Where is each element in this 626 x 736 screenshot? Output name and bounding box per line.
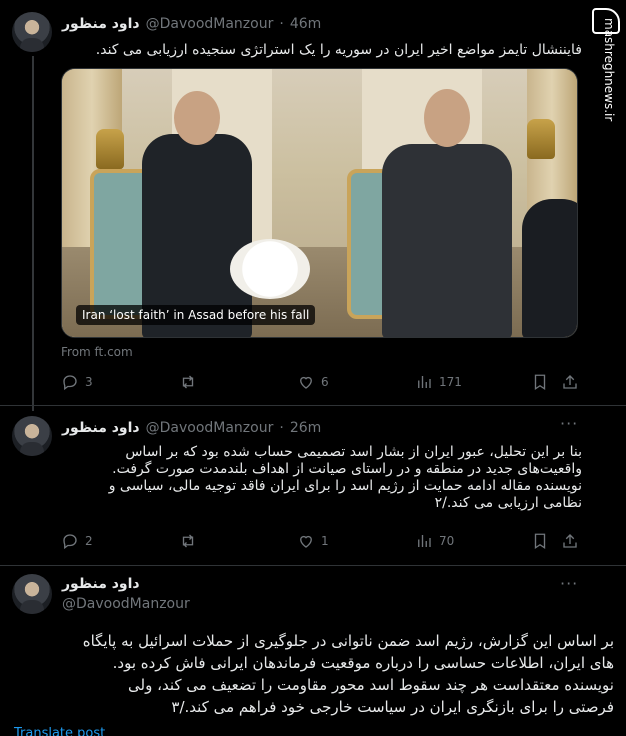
thread-line — [32, 56, 34, 411]
retweet-button[interactable] — [179, 532, 197, 550]
watermark-site: mashreghnews.ir — [602, 18, 616, 122]
reply-icon — [63, 375, 77, 391]
display-name-row: داود منظور — [62, 576, 140, 592]
person-left-head — [174, 91, 220, 145]
views-button[interactable]: 70 — [415, 532, 454, 550]
publisher-watermark: mashreghnews.ir — [586, 0, 626, 130]
tweet-header: داود منظور @DavoodManzour · 46m — [62, 16, 321, 32]
more-icon[interactable]: ··· — [560, 574, 578, 593]
retweet-icon — [182, 534, 194, 548]
display-name[interactable]: داود منظور — [62, 420, 140, 436]
reply-count: 2 — [85, 534, 93, 548]
share-button[interactable] — [561, 532, 579, 550]
like-button[interactable]: 6 — [297, 373, 329, 391]
text-line: بر اساس این گزارش، رژیم اسد ضمن ناتوانی … — [82, 632, 614, 650]
tweet-header: داود منظور @DavoodManzour · 26m — [62, 420, 321, 436]
text-line: نظامی ارزیابی می کند./۲ — [434, 495, 582, 511]
views-button[interactable]: 171 — [415, 373, 462, 391]
divider — [0, 405, 626, 406]
separator: · — [279, 16, 284, 32]
text-line: نویسنده معتقداست هر چند سقوط اسد محور مق… — [128, 676, 614, 694]
share-button[interactable] — [561, 373, 579, 391]
text-line: های ایران، اطلاعات حساسی را درباره موقعی… — [112, 654, 614, 672]
more-icon[interactable]: ··· — [560, 414, 578, 433]
bookmark-icon — [534, 533, 546, 550]
share-icon — [563, 534, 577, 548]
text-line: واقعیت‌های جدید در منطقه و در راستای صیا… — [112, 461, 582, 477]
display-name[interactable]: داود منظور — [62, 16, 140, 32]
view-count: 171 — [439, 375, 462, 389]
views-icon — [418, 535, 431, 547]
share-icon — [563, 375, 577, 389]
person-edge — [522, 199, 577, 337]
text-line: فرصتی را برای بازنگری ایران در سیاست خار… — [171, 698, 614, 716]
text-line: نویسنده مقاله ادامه حمایت از رژیم اسد را… — [108, 478, 582, 494]
lamp-right — [527, 119, 555, 159]
reply-button[interactable]: 2 — [61, 532, 93, 550]
bookmark-icon — [534, 374, 546, 391]
like-count: 6 — [321, 375, 329, 389]
person-right-head — [424, 89, 470, 147]
tweet-text: بنا بر این تحلیل، عبور ایران از بشار اسد… — [42, 444, 582, 512]
lamp-left — [96, 129, 124, 169]
like-button[interactable]: 1 — [297, 532, 329, 550]
avatar[interactable] — [12, 12, 52, 52]
link-card-caption: Iran ‘lost faith’ in Assad before his fa… — [76, 305, 316, 325]
display-name[interactable]: داود منظور — [62, 576, 140, 592]
tweet-text: بر اساس این گزارش، رژیم اسد ضمن ناتوانی … — [10, 630, 614, 718]
user-handle[interactable]: @DavoodManzour — [62, 596, 190, 612]
person-right — [382, 144, 512, 337]
user-handle[interactable]: @DavoodManzour — [146, 16, 274, 32]
retweet-icon — [182, 375, 194, 389]
retweet-button[interactable] — [179, 373, 197, 391]
timestamp[interactable]: 26m — [290, 420, 321, 436]
photo-scene — [62, 69, 577, 337]
like-icon — [300, 376, 312, 389]
flowers — [230, 239, 310, 299]
view-count: 70 — [439, 534, 455, 548]
action-bar: 3 6 171 — [61, 373, 581, 393]
bookmark-button[interactable] — [531, 373, 549, 391]
handle-row: @DavoodManzour — [62, 596, 190, 612]
bookmark-button[interactable] — [531, 532, 549, 550]
views-icon — [418, 376, 431, 388]
like-icon — [300, 535, 312, 548]
tweet-text: فایننشال تایمز مواضع اخیر ایران در سوریه… — [95, 42, 582, 58]
avatar[interactable] — [12, 574, 52, 614]
translate-link[interactable]: Translate post — [14, 726, 105, 736]
reply-icon — [63, 534, 77, 550]
divider — [0, 565, 626, 566]
timestamp[interactable]: 46m — [290, 16, 321, 32]
reply-count: 3 — [85, 375, 93, 389]
link-card-image[interactable]: Iran ‘lost faith’ in Assad before his fa… — [61, 68, 578, 338]
link-source[interactable]: From ft.com — [61, 345, 133, 359]
user-handle[interactable]: @DavoodManzour — [146, 420, 274, 436]
separator: · — [279, 420, 284, 436]
reply-button[interactable]: 3 — [61, 373, 93, 391]
like-count: 1 — [321, 534, 329, 548]
action-bar: 2 1 70 — [61, 532, 581, 552]
text-line: بنا بر این تحلیل، عبور ایران از بشار اسد… — [125, 444, 582, 460]
